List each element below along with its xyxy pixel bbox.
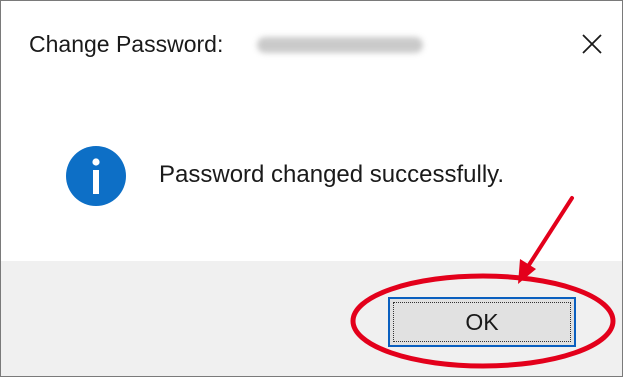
info-icon: [66, 146, 126, 206]
redacted-username: [257, 37, 423, 53]
close-button[interactable]: [572, 24, 612, 64]
dialog-titlebar: Change Password:: [1, 1, 622, 89]
dialog-title: Change Password:: [29, 31, 224, 57]
close-icon: [582, 34, 602, 54]
dialog-message: Password changed successfully.: [159, 161, 505, 188]
ok-button[interactable]: OK: [388, 297, 576, 347]
message-dialog: Change Password: Password changed succes…: [0, 0, 623, 377]
